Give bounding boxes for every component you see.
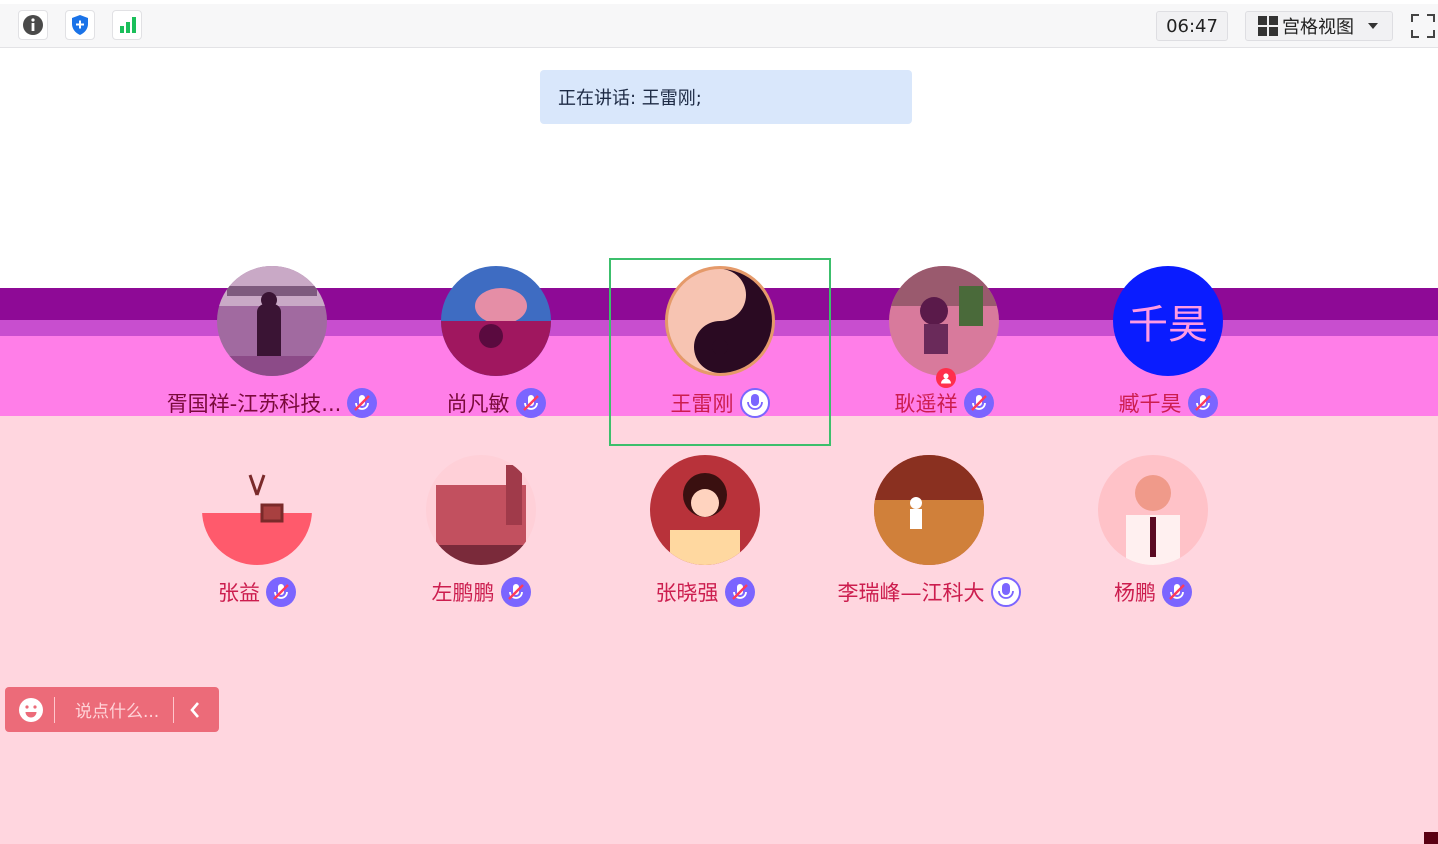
- participant-name: 张晓强: [655, 581, 719, 605]
- mic-muted-icon[interactable]: [963, 388, 994, 418]
- participant-name: 王雷刚: [670, 392, 734, 416]
- mic-muted-icon[interactable]: [266, 577, 296, 607]
- avatar: [874, 455, 984, 565]
- avatar: [650, 455, 760, 565]
- corner-mark: [1424, 832, 1438, 844]
- mic-muted-icon[interactable]: [1187, 388, 1218, 418]
- participant-name-row: 耿遥祥: [834, 386, 1054, 420]
- participant-tile[interactable]: 尚凡敏: [386, 258, 606, 438]
- chevron-left-icon[interactable]: [188, 701, 202, 719]
- participant-name-row: 左鹏鹏: [371, 575, 591, 609]
- participant-name: 臧千昊: [1118, 392, 1182, 416]
- network-status-button[interactable]: [112, 10, 142, 40]
- participant-name-row: 张晓强: [595, 575, 815, 609]
- participant-name-row: 尚凡敏: [386, 386, 606, 420]
- chat-input-bar[interactable]: 说点什么...: [5, 687, 219, 732]
- participant-name: 张益: [218, 581, 260, 605]
- participant-name: 胥国祥-江苏科技...: [166, 392, 342, 416]
- mic-on-icon[interactable]: [990, 577, 1021, 607]
- view-mode-dropdown[interactable]: 宫格视图: [1245, 11, 1393, 41]
- view-mode-label: 宫格视图: [1282, 17, 1354, 38]
- mic-muted-icon[interactable]: [1162, 577, 1192, 607]
- avatar: 千昊: [1113, 266, 1223, 376]
- participant-tile[interactable]: 张晓强: [595, 447, 815, 627]
- participant-tile[interactable]: 王雷刚: [610, 258, 830, 438]
- divider: [54, 696, 55, 723]
- mic-muted-icon[interactable]: [347, 388, 378, 418]
- mic-muted-icon[interactable]: [500, 577, 531, 607]
- participant-tile[interactable]: 张益: [147, 447, 367, 627]
- meeting-info-button[interactable]: [18, 10, 48, 40]
- chevron-down-icon: [1368, 23, 1378, 29]
- top-toolbar: 06:47 宫格视图: [0, 0, 1438, 48]
- participant-name: 李瑞峰—江科大: [837, 581, 985, 605]
- avatar: [426, 455, 536, 565]
- mic-muted-icon[interactable]: [724, 577, 755, 607]
- avatar: [1098, 455, 1208, 565]
- participant-name-row: 李瑞峰—江科大: [819, 575, 1039, 609]
- participant-name-row: 胥国祥-江苏科技...: [162, 386, 382, 420]
- participant-name: 左鹏鹏: [431, 581, 495, 605]
- participant-name-row: 张益: [147, 575, 367, 609]
- grid-view-icon: [1258, 16, 1278, 36]
- mic-on-icon[interactable]: [739, 388, 770, 418]
- fullscreen-button[interactable]: [1410, 13, 1436, 39]
- participant-name-row: 臧千昊: [1058, 386, 1278, 420]
- participant-tile[interactable]: 左鹏鹏: [371, 447, 591, 627]
- security-button[interactable]: [65, 10, 95, 40]
- participant-tile[interactable]: 李瑞峰—江科大: [819, 447, 1039, 627]
- avatar: [441, 266, 551, 376]
- avatar: [889, 266, 999, 376]
- participant-tile[interactable]: 杨鹏: [1043, 447, 1263, 627]
- fullscreen-icon: [1411, 14, 1435, 38]
- avatar: [665, 266, 775, 376]
- shield-icon: [72, 15, 88, 35]
- participant-tile[interactable]: 千昊 臧千昊: [1058, 258, 1278, 438]
- meeting-timer: 06:47: [1156, 11, 1228, 41]
- info-icon: [23, 15, 43, 35]
- avatar: [217, 266, 327, 376]
- chat-input[interactable]: 说点什么...: [75, 697, 159, 722]
- participant-tile[interactable]: 耿遥祥: [834, 258, 1054, 438]
- participant-name: 杨鹏: [1114, 581, 1156, 605]
- participant-name: 耿遥祥: [894, 392, 958, 416]
- participant-tile[interactable]: 胥国祥-江苏科技...: [162, 258, 382, 438]
- emoji-icon[interactable]: [18, 697, 44, 723]
- participant-name-row: 杨鹏: [1043, 575, 1263, 609]
- mic-muted-icon[interactable]: [515, 388, 546, 418]
- speaking-indicator: 正在讲话: 王雷刚;: [540, 70, 912, 124]
- divider: [173, 696, 175, 723]
- host-badge-icon: [936, 368, 956, 388]
- participant-name: 尚凡敏: [446, 392, 510, 416]
- participant-name-row: 王雷刚: [610, 386, 830, 420]
- signal-bars-icon: [120, 17, 136, 33]
- avatar: [202, 455, 312, 565]
